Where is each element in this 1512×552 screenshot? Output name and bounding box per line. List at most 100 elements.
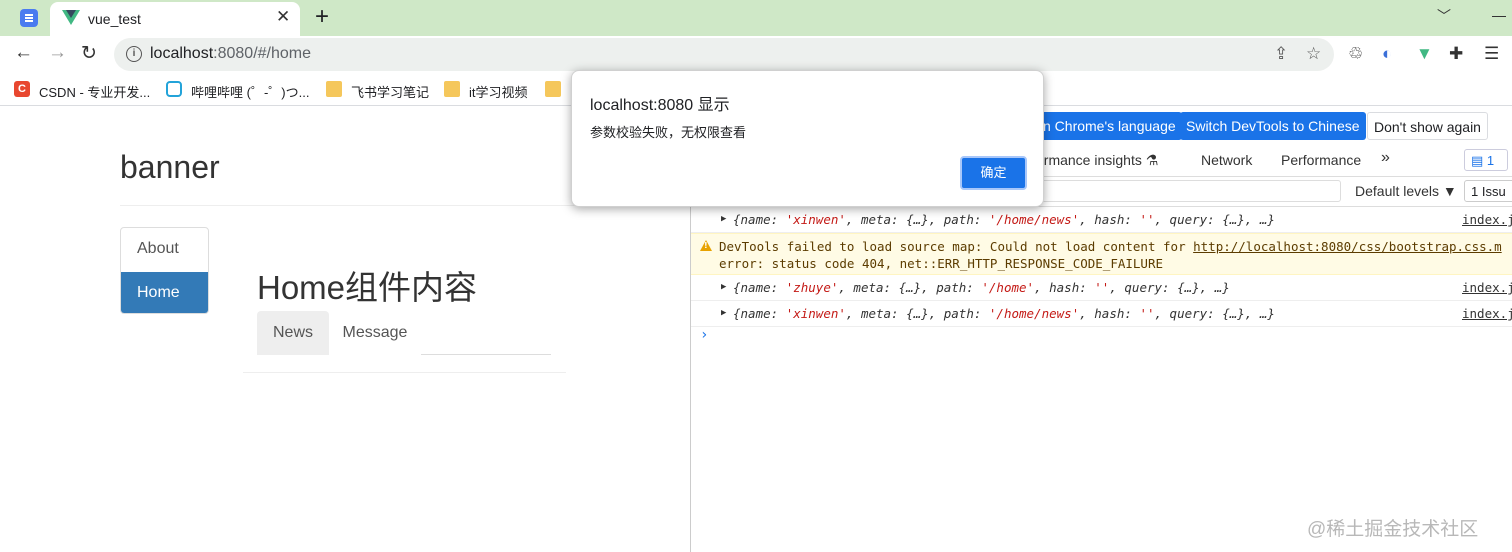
side-nav: About Home	[120, 227, 209, 314]
new-tab-button[interactable]: +	[315, 3, 329, 31]
warning-text: DevTools failed to load source map: Coul…	[719, 239, 1194, 254]
puzzle-icon[interactable]: ✚	[1449, 44, 1463, 64]
flask-icon: ⚗	[1145, 152, 1159, 168]
close-icon[interactable]: ✕	[276, 7, 290, 27]
language-button[interactable]: n Chrome's language	[1037, 112, 1182, 140]
log-hash: ''	[1139, 212, 1155, 227]
bookmark-feishu[interactable]: 飞书学习笔记	[351, 82, 429, 101]
star-icon[interactable]: ☆	[1306, 44, 1321, 64]
tab-vue-test[interactable]: vue_test ✕	[50, 2, 300, 36]
log-path: '/home'	[981, 280, 1035, 295]
log-prefix: {name:	[733, 306, 786, 321]
alert-dialog: localhost:8080 显示 参数校验失败，无权限查看 确定	[571, 70, 1044, 207]
log-source-link[interactable]: index.j	[1462, 280, 1512, 295]
log-source-link[interactable]: index.j	[1462, 306, 1512, 321]
more-tabs-icon[interactable]: »	[1381, 149, 1390, 167]
url-path: :8080/#/home	[213, 45, 312, 62]
url-host: localhost	[150, 45, 214, 62]
log-name: 'zhuye'	[785, 280, 839, 295]
csdn-icon: C	[14, 81, 30, 97]
log-prefix: {name:	[733, 212, 786, 227]
log-source-link[interactable]: index.j	[1462, 212, 1512, 227]
tab-strip: vue_test ✕ + ﹀	[0, 0, 1512, 36]
url-text: localhost:8080/#/home	[150, 45, 311, 63]
warning-icon	[700, 240, 712, 251]
warning-line-1: DevTools failed to load source map: Coul…	[719, 239, 1502, 254]
divider	[421, 354, 551, 355]
minimize-icon[interactable]	[1492, 16, 1506, 17]
dialog-message: 参数校验失败，无权限查看	[590, 125, 747, 140]
tab-message[interactable]: Message	[330, 311, 420, 355]
log-hash: ''	[1139, 306, 1155, 321]
ok-button[interactable]: 确定	[960, 156, 1027, 190]
sourcemap-link[interactable]: http://localhost:8080/css/bootstrap.css.…	[1193, 239, 1502, 254]
divider	[243, 372, 566, 373]
log-name: 'xinwen'	[785, 212, 846, 227]
log-object: {name: 'zhuye', meta: {…}, path: '/home'…	[733, 280, 1230, 295]
tab-news[interactable]: News	[257, 311, 329, 355]
expand-arrow-icon[interactable]: ▶	[721, 282, 726, 292]
reading-list-icon[interactable]: ☰	[1484, 44, 1499, 64]
tab-title: vue_test	[88, 11, 141, 27]
expand-arrow-icon[interactable]: ▶	[721, 214, 726, 224]
tab-performance[interactable]: Performance	[1281, 152, 1361, 168]
log-path: '/home/news'	[988, 306, 1080, 321]
log-hash: ''	[1094, 280, 1110, 295]
log-mid: , meta: {…}, path:	[845, 212, 989, 227]
filter-input[interactable]	[1041, 180, 1341, 202]
folder-icon[interactable]	[545, 81, 561, 97]
bilibili-icon	[166, 81, 182, 97]
dont-show-button[interactable]: Don't show again	[1367, 112, 1488, 140]
watermark: @稀土掘金技术社区	[1307, 519, 1479, 540]
log-tail: , query: {…}, …}	[1109, 280, 1230, 295]
messages-badge[interactable]: ▤ 1	[1464, 149, 1508, 171]
tab-performance-insights[interactable]: ormance insights ⚗	[1036, 152, 1158, 169]
page-banner: banner	[120, 149, 220, 185]
console-log-row[interactable]: ▶ {name: 'xinwen', meta: {…}, path: '/ho…	[691, 207, 1512, 233]
log-mid2: , hash:	[1034, 280, 1095, 295]
vue-devtools-icon[interactable]: ▼	[1416, 44, 1433, 64]
message-count: 1	[1486, 153, 1495, 168]
docs-icon[interactable]	[20, 9, 38, 27]
forward-arrow-icon[interactable]: →	[48, 42, 67, 64]
log-prefix: {name:	[733, 280, 786, 295]
tab-performance-insights-label: ormance insights	[1036, 152, 1142, 168]
console-log-row[interactable]: ▶ {name: 'zhuye', meta: {…}, path: '/hom…	[691, 275, 1512, 301]
chevron-down-icon[interactable]: ﹀	[1437, 6, 1451, 26]
bookmark-csdn[interactable]: CSDN - 专业开发...	[39, 82, 150, 101]
levels-dropdown[interactable]: Default levels ▼	[1355, 183, 1457, 199]
home-title: Home组件内容	[257, 269, 478, 306]
dialog-title: localhost:8080 显示	[590, 97, 730, 114]
address-bar[interactable]: i localhost:8080/#/home ⇪ ☆	[114, 38, 1334, 71]
console-log-row[interactable]: ▶ {name: 'xinwen', meta: {…}, path: '/ho…	[691, 301, 1512, 327]
bookmark-bilibili[interactable]: 哔哩哔哩 (゜-゜)つ...	[191, 82, 309, 101]
message-icon: ▤	[1471, 153, 1484, 168]
log-mid2: , hash:	[1079, 306, 1140, 321]
info-icon[interactable]: i	[126, 46, 142, 62]
nav-link-home[interactable]: Home	[121, 272, 208, 313]
folder-icon	[444, 81, 460, 97]
log-tail: , query: {…}, …}	[1154, 306, 1275, 321]
nav-link-about[interactable]: About	[121, 228, 208, 272]
share-icon[interactable]: ⇪	[1274, 44, 1288, 64]
console-prompt[interactable]: ›	[700, 327, 708, 343]
log-mid: , meta: {…}, path:	[845, 306, 989, 321]
vue-logo-icon	[62, 10, 80, 25]
log-mid: , meta: {…}, path:	[838, 280, 982, 295]
recycle-extension-icon[interactable]: ♲	[1348, 44, 1363, 64]
tab-network[interactable]: Network	[1201, 152, 1252, 168]
issues-button[interactable]: 1 Issu	[1464, 180, 1512, 202]
warning-line-2: error: status code 404, net::ERR_HTTP_RE…	[719, 256, 1164, 271]
log-mid2: , hash:	[1079, 212, 1140, 227]
log-object: {name: 'xinwen', meta: {…}, path: '/home…	[733, 306, 1275, 321]
log-path: '/home/news'	[988, 212, 1080, 227]
switch-chinese-button[interactable]: Switch DevTools to Chinese	[1180, 112, 1366, 140]
back-arrow-icon[interactable]: ←	[14, 42, 33, 64]
log-tail: , query: {…}, …}	[1154, 212, 1275, 227]
reload-icon[interactable]: ↻	[81, 42, 97, 65]
circle-extension-icon[interactable]: ◐	[1382, 44, 1392, 64]
bookmark-it-videos[interactable]: it学习视频	[469, 82, 528, 101]
expand-arrow-icon[interactable]: ▶	[721, 308, 726, 318]
log-object: {name: 'xinwen', meta: {…}, path: '/home…	[733, 212, 1275, 227]
console-warning-row: DevTools failed to load source map: Coul…	[691, 233, 1512, 275]
